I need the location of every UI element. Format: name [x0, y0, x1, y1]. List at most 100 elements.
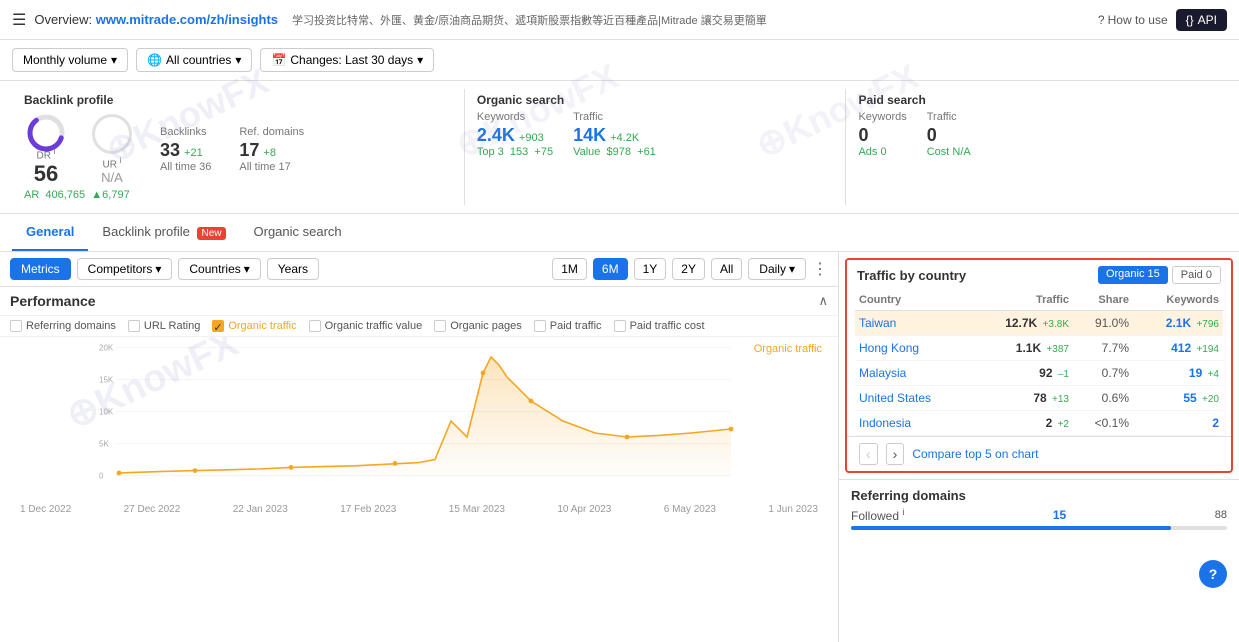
svg-text:5K: 5K [99, 440, 109, 449]
top-nav: ☰ Overview: www.mitrade.com/zh/insights … [0, 0, 1239, 40]
x-label-6: 10 Apr 2023 [557, 504, 611, 515]
api-button[interactable]: {} API [1176, 9, 1227, 31]
tbc-tab-organic[interactable]: Organic 15 [1098, 266, 1168, 284]
paid-keywords-label: Keywords [858, 111, 906, 123]
cb-paid-traffic-cost[interactable]: Paid traffic cost [614, 320, 705, 332]
prev-page-arrow[interactable]: ‹ [859, 443, 878, 465]
col-country: Country [859, 294, 979, 306]
paid-ads: Ads 0 [858, 146, 906, 158]
all-button[interactable]: All [711, 258, 742, 280]
chart-point [729, 427, 734, 432]
cb-referring-domains-label: Referring domains [26, 320, 116, 332]
daily-button[interactable]: Daily ▾ [748, 258, 806, 280]
cb-paid-traffic-cost-label: Paid traffic cost [630, 320, 705, 332]
tbc-tab-paid[interactable]: Paid 0 [1172, 266, 1221, 284]
nav-url[interactable]: www.mitrade.com/zh/insights [96, 12, 278, 27]
backlinks-label: Backlinks [160, 126, 211, 138]
hamburger-icon[interactable]: ☰ [12, 10, 26, 30]
tab-backlink-profile[interactable]: Backlink profile New [88, 214, 239, 251]
x-label-8: 1 Jun 2023 [768, 504, 818, 515]
chevron-down-icon: ▾ [111, 53, 117, 67]
keywords-us: 55 +20 [1129, 391, 1219, 405]
organic-search-block: Organic search Keywords 2.4K +903 Top 3 … [464, 89, 846, 205]
col-traffic: Traffic [979, 294, 1069, 306]
paid-keywords: Keywords 0 Ads 0 [858, 111, 906, 158]
tab-organic-search[interactable]: Organic search [240, 214, 356, 251]
nav-subtitle: 学习投资比特常、外匯、黄金/原油商品期货、遞項斯股票指數等近百種產品|Mitra… [292, 12, 767, 28]
right-panel: Traffic by country Organic 15 Paid 0 Cou… [839, 252, 1239, 642]
chart-point [117, 471, 122, 476]
nav-left: ☰ Overview: www.mitrade.com/zh/insights … [12, 10, 767, 30]
chart-point [481, 371, 486, 376]
cb-referring-domains[interactable]: Referring domains [10, 320, 116, 332]
years-button[interactable]: Years [267, 258, 319, 280]
all-countries-filter[interactable]: 🌐 All countries ▾ [136, 48, 252, 72]
backlinks-container: Backlinks 33 +21 All time 36 [160, 126, 211, 173]
metrics-button[interactable]: Metrics [10, 258, 71, 280]
cb-organic-traffic[interactable]: ✓ Organic traffic [212, 320, 296, 332]
chart-area: Organic traffic ⊕KnowFX 20K 15K 10K 5K 0 [0, 337, 838, 642]
1m-button[interactable]: 1M [552, 258, 587, 280]
country-indonesia[interactable]: Indonesia [859, 416, 979, 430]
x-label-4: 17 Feb 2023 [340, 504, 396, 515]
organic-traffic-chart-label: Organic traffic [754, 343, 822, 355]
organic-search-title: Organic search [477, 93, 834, 107]
next-page-arrow[interactable]: › [886, 443, 905, 465]
table-row: Hong Kong 1.1K +387 7.7% 412 +194 [855, 336, 1223, 361]
cb-paid-traffic[interactable]: Paid traffic [534, 320, 602, 332]
country-hk[interactable]: Hong Kong [859, 341, 979, 355]
organic-traffic: Traffic 14K +4.2K Value $978 +61 [573, 111, 656, 158]
cb-organic-traffic-value-box [309, 320, 321, 332]
chevron-down-icon: ▾ [417, 53, 423, 67]
country-malaysia[interactable]: Malaysia [859, 366, 979, 380]
traffic-taiwan: 12.7K +3.8K [979, 316, 1069, 330]
competitors-button[interactable]: Competitors ▾ [77, 258, 173, 280]
tbc-table-header: Country Traffic Share Keywords [855, 290, 1223, 311]
cb-organic-pages-label: Organic pages [450, 320, 522, 332]
chevron-down-icon: ▾ [235, 53, 241, 67]
cb-organic-traffic-label: Organic traffic [228, 320, 296, 332]
cb-url-rating-label: URL Rating [144, 320, 200, 332]
checkboxes-row: Referring domains URL Rating ✓ Organic t… [0, 316, 838, 337]
help-button[interactable]: ? [1199, 560, 1227, 588]
api-icon: {} [1186, 13, 1194, 27]
ur-circle [92, 114, 132, 154]
backlinks-sub: All time 36 [160, 161, 211, 173]
x-label-7: 6 May 2023 [664, 504, 716, 515]
info-icon: i [902, 507, 904, 517]
2y-button[interactable]: 2Y [672, 258, 705, 280]
1y-button[interactable]: 1Y [634, 258, 667, 280]
followed-value: 15 [1053, 508, 1066, 522]
cb-organic-pages[interactable]: Organic pages [434, 320, 522, 332]
6m-button[interactable]: 6M [593, 258, 628, 280]
tab-general[interactable]: General [12, 214, 88, 251]
chart-point [529, 399, 534, 404]
backlinks-value: 33 [160, 140, 180, 161]
svg-text:0: 0 [99, 472, 104, 481]
backlink-profile-block: Backlink profile DR i 56 UR i N/A Backli… [12, 89, 464, 205]
collapse-button[interactable]: ∧ [818, 293, 828, 309]
country-us[interactable]: United States [859, 391, 979, 405]
cb-paid-traffic-label: Paid traffic [550, 320, 602, 332]
compare-top5-link[interactable]: Compare top 5 on chart [912, 447, 1038, 461]
country-taiwan[interactable]: Taiwan [859, 316, 979, 330]
referring-domains-row: Followed i 15 88 [851, 507, 1227, 523]
x-label-5: 15 Mar 2023 [449, 504, 505, 515]
filters-bar: Monthly volume ▾ 🌐 All countries ▾ 📅 Cha… [0, 40, 1239, 81]
keywords-indonesia: 2 [1129, 416, 1219, 430]
organic-top3: Top 3 153 +75 [477, 146, 553, 158]
backlink-profile-title: Backlink profile [24, 93, 452, 107]
chevron-down-icon: ▾ [155, 262, 161, 276]
backlinks-delta: +21 [184, 147, 203, 159]
organic-traffic-delta: +4.2K [610, 132, 639, 144]
chart-area-fill [119, 357, 731, 475]
how-to-use-link[interactable]: ? How to use [1098, 13, 1168, 27]
tabs-bar: General Backlink profile New Organic sea… [0, 214, 1239, 252]
x-label-1: 1 Dec 2022 [20, 504, 71, 515]
monthly-volume-filter[interactable]: Monthly volume ▾ [12, 48, 128, 72]
changes-filter[interactable]: 📅 Changes: Last 30 days ▾ [260, 48, 434, 72]
more-options-icon[interactable]: ⋮ [812, 259, 828, 279]
cb-url-rating[interactable]: URL Rating [128, 320, 200, 332]
cb-organic-traffic-value[interactable]: Organic traffic value [309, 320, 423, 332]
countries-button[interactable]: Countries ▾ [178, 258, 260, 280]
